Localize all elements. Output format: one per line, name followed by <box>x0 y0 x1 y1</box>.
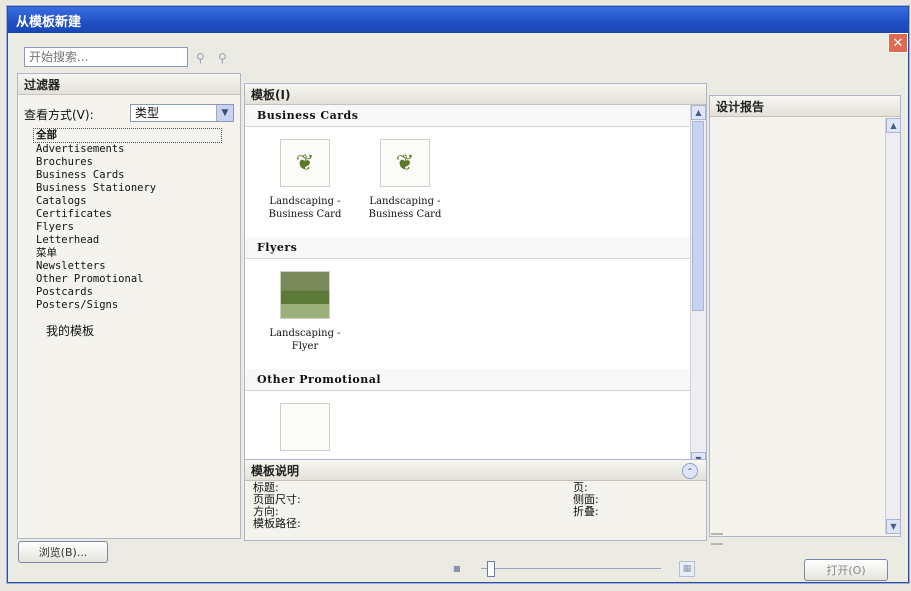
browse-button[interactable]: 浏览(B)... <box>18 541 108 563</box>
description-left-column: 标题: 页面尺寸: 方向: 模板路径: <box>253 482 301 530</box>
template-thumbnail[interactable]: Landscaping - Flyer <box>265 271 345 357</box>
window-title: 从模板新建 <box>16 14 82 30</box>
template-label: Landscaping - Business Card <box>269 195 342 221</box>
fold-label: 折叠: <box>573 505 599 518</box>
templates-header: 模板(I) <box>245 84 706 105</box>
scroll-thumb[interactable] <box>692 121 704 311</box>
template-preview-image[interactable]: ❦ <box>380 139 430 187</box>
template-label: Landscaping - Flyer <box>269 327 340 353</box>
design-report-header: 设计报告 <box>710 96 900 117</box>
open-button[interactable]: 打开(O) <box>804 559 888 581</box>
category-item[interactable]: Brochures <box>36 156 236 169</box>
category-item[interactable]: Certificates <box>36 208 236 221</box>
thumb-row <box>245 391 691 467</box>
scroll-down-icon[interactable]: ▼ <box>886 519 901 534</box>
category-item[interactable]: Posters/Signs <box>36 299 236 312</box>
template-label-line: Flyer <box>291 341 319 352</box>
template-preview-image[interactable]: ❦ <box>280 139 330 187</box>
template-label-line: Landscaping - <box>269 328 341 339</box>
templates-panel: 模板(I) Business Cards ❦ Landscaping - Bus… <box>244 83 707 469</box>
category-item[interactable]: 菜单 <box>36 247 236 260</box>
template-thumbnail[interactable]: ❦ Landscaping - Business Card <box>265 139 345 225</box>
template-path-label: 模板路径: <box>253 517 301 530</box>
collapse-icon[interactable]: ⌃ <box>682 463 698 479</box>
category-item[interactable]: Other Promotional <box>36 273 236 286</box>
view-by-row: 查看方式(V): 类型 ▼ <box>24 104 234 124</box>
section-title-business-cards: Business Cards <box>245 105 691 127</box>
zoom-thumb[interactable] <box>487 561 495 577</box>
zoom-in-icon[interactable]: ▦ <box>679 561 695 577</box>
category-item[interactable]: Business Stationery <box>36 182 236 195</box>
scroll-up-icon[interactable]: ▲ <box>691 105 706 120</box>
leaf-icon: ❦ <box>295 150 315 176</box>
zoom-out-icon[interactable]: ■ <box>453 564 461 573</box>
category-list: 全部 Advertisements Brochures Business Car… <box>33 128 236 312</box>
section-title-flyers: Flyers <box>245 237 691 259</box>
resize-grip[interactable] <box>711 533 723 545</box>
thumb-row: ❦ Landscaping - Business Card ❦ Landscap… <box>245 127 691 237</box>
close-icon: ✕ <box>892 35 904 51</box>
category-item[interactable]: Business Cards <box>36 169 236 182</box>
template-label: Landscaping - Business Card <box>369 195 442 221</box>
scroll-up-icon[interactable]: ▲ <box>886 118 901 133</box>
template-preview-image[interactable] <box>280 403 330 451</box>
close-button[interactable]: ✕ <box>888 33 908 53</box>
category-item[interactable]: Newsletters <box>36 260 236 273</box>
design-report-panel: 设计报告 ▲ ▼ <box>709 95 901 537</box>
template-thumbnail[interactable]: ❦ Landscaping - Business Card <box>365 139 445 225</box>
category-item[interactable]: Advertisements <box>36 143 236 156</box>
template-thumbnail[interactable] <box>265 403 345 467</box>
my-templates-item[interactable]: 我的模板 <box>46 322 94 339</box>
templates-scrollbar[interactable]: ▲ ▼ <box>690 105 706 467</box>
template-label-line: Landscaping - <box>269 196 341 207</box>
view-by-select[interactable]: 类型 ▼ <box>130 104 234 122</box>
section-title-other-promotional: Other Promotional <box>245 369 691 391</box>
category-item[interactable]: Letterhead <box>36 234 236 247</box>
title-bar: 从模板新建 <box>8 7 908 33</box>
zoom-track[interactable] <box>481 568 661 569</box>
search-icon[interactable]: ⚲ <box>218 51 232 65</box>
view-by-label: 查看方式(V): <box>24 107 94 122</box>
search-icon[interactable]: ⚲ <box>196 51 210 65</box>
search-input[interactable] <box>24 47 188 67</box>
leaf-icon: ❦ <box>395 150 415 176</box>
template-description-panel: 模板说明 ⌃ 标题: 页面尺寸: 方向: 模板路径: 页: 侧面: 折叠: <box>244 459 707 541</box>
category-item[interactable]: Postcards <box>36 286 236 299</box>
category-item[interactable]: Catalogs <box>36 195 236 208</box>
category-item[interactable]: Flyers <box>36 221 236 234</box>
view-by-value: 类型 <box>135 106 160 120</box>
templates-scroll-area: Business Cards ❦ Landscaping - Business … <box>245 105 691 467</box>
template-preview-image[interactable] <box>280 271 330 319</box>
thumb-row: Landscaping - Flyer <box>245 259 691 369</box>
report-scrollbar[interactable]: ▲ ▼ <box>885 118 901 534</box>
filter-header: 过滤器 <box>18 74 240 95</box>
description-right-column: 页: 侧面: 折叠: <box>573 482 599 518</box>
template-label-line: Business Card <box>268 209 342 220</box>
new-from-template-dialog: 从模板新建 ✕ ⚲ ⚲ 过滤器 查看方式(V): 类型 ▼ 全部 Adverti… <box>7 6 909 583</box>
chevron-down-icon[interactable]: ▼ <box>216 105 233 121</box>
zoom-slider[interactable]: ■ ▦ <box>453 561 695 577</box>
search-bar: ⚲ ⚲ <box>24 47 254 71</box>
description-header: 模板说明 <box>245 460 706 481</box>
category-item-all[interactable]: 全部 <box>33 128 222 143</box>
template-label-line: Business Card <box>368 209 442 220</box>
filter-panel: 过滤器 查看方式(V): 类型 ▼ 全部 Advertisements Broc… <box>17 73 241 539</box>
template-label-line: Landscaping - <box>369 196 441 207</box>
